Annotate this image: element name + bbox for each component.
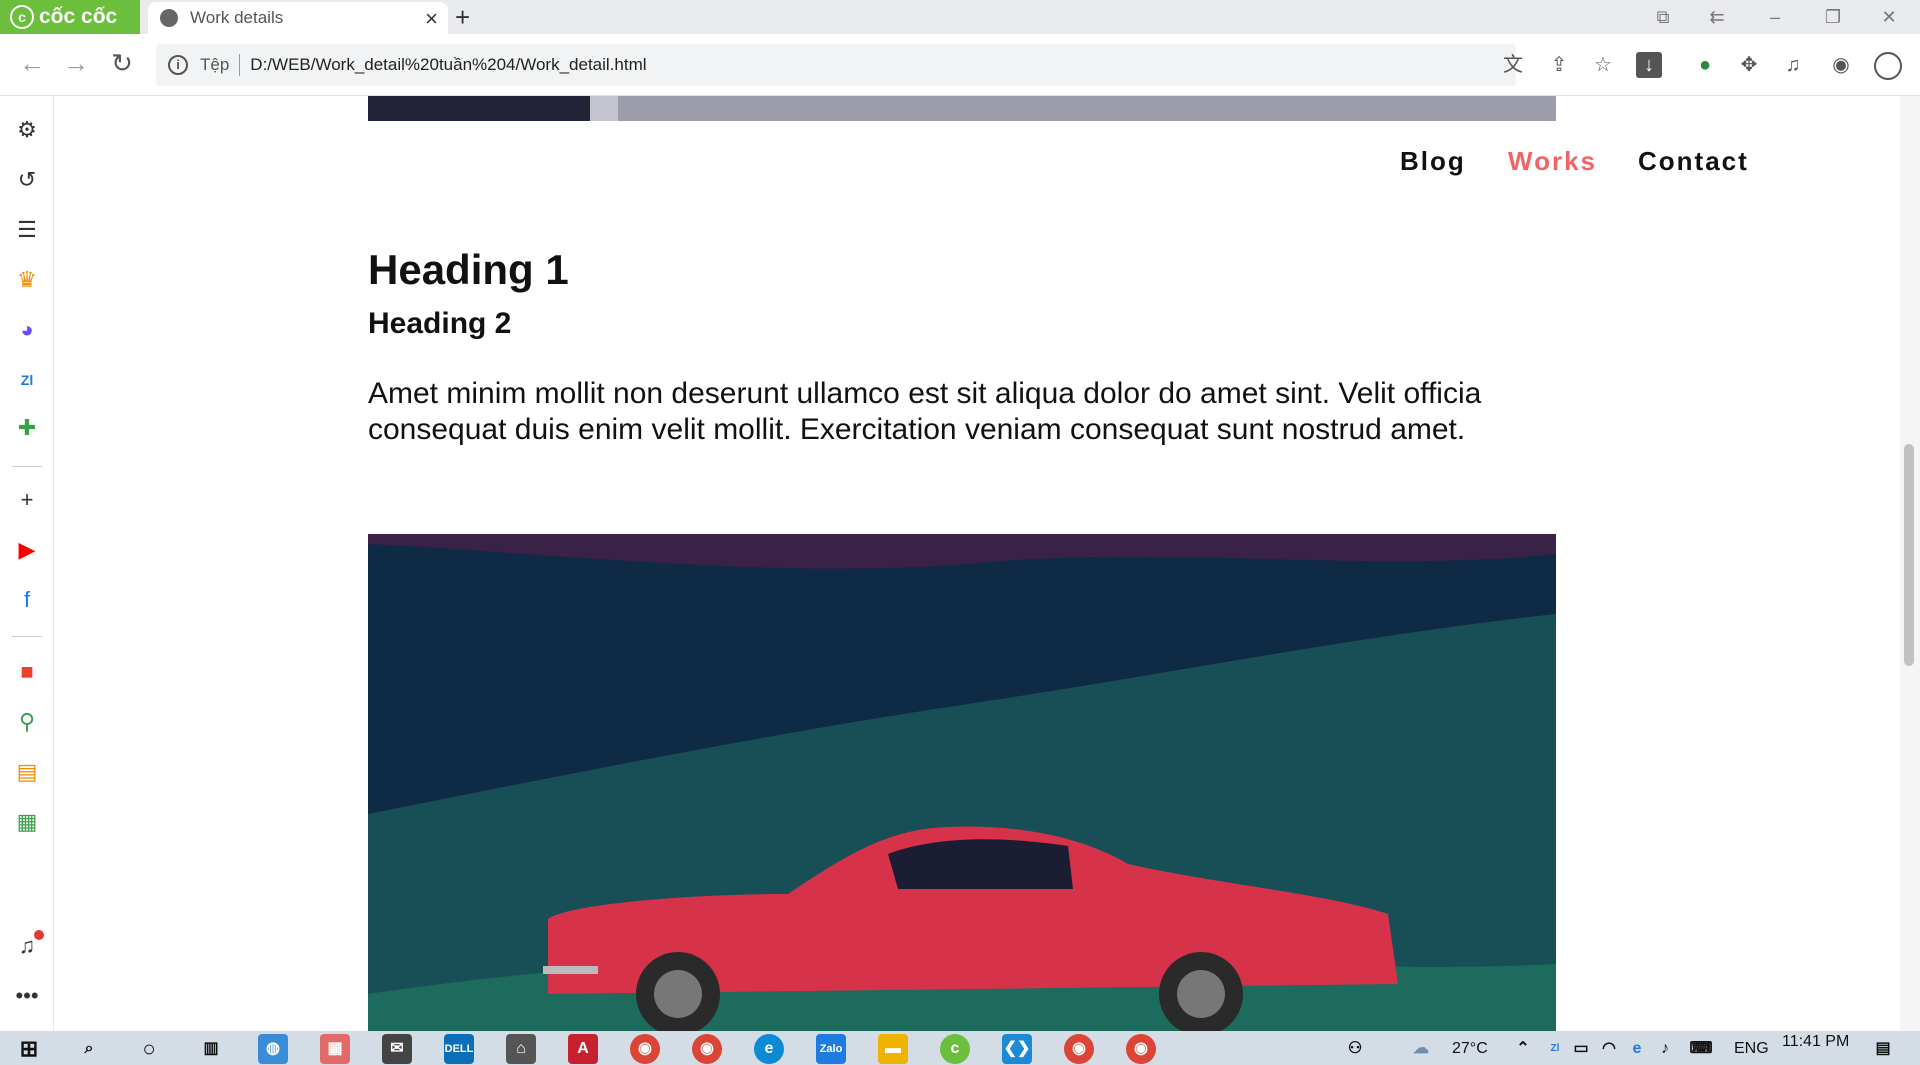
minimize-button[interactable]: – — [1752, 0, 1798, 34]
heading-1: Heading 1 — [368, 246, 569, 293]
close-window-button[interactable]: ✕ — [1866, 0, 1912, 34]
back-button[interactable]: ← — [14, 48, 50, 79]
browser-toolbar: ← → ↻ i Tệp D:/WEB/Work_detail%20tuần%20… — [0, 34, 1920, 96]
hero-car-illustration — [368, 534, 1556, 1031]
site-nav: Blog Works Contact — [55, 146, 1755, 186]
extension-icon[interactable]: ⚲ — [13, 708, 41, 736]
translate-icon[interactable]: 文 — [1500, 52, 1526, 78]
nav-contact[interactable]: Contact — [1638, 146, 1749, 177]
coccoc-logo-icon: c — [10, 5, 34, 29]
share-icon[interactable]: ⇪ — [1546, 52, 1572, 78]
info-icon[interactable]: i — [168, 55, 188, 75]
tab-work-details[interactable]: Work details × — [148, 2, 448, 34]
notifications-icon[interactable]: ▤ — [1868, 1034, 1898, 1064]
top-image-strip — [368, 96, 1556, 121]
chrome-icon[interactable]: ◉ — [630, 1034, 660, 1064]
download-icon[interactable]: ↓ — [1636, 52, 1662, 78]
address-divider — [239, 54, 241, 76]
vscode-icon[interactable]: ❮❯ — [1002, 1034, 1032, 1064]
scrollbar-thumb[interactable] — [1904, 444, 1914, 666]
forward-button[interactable]: → — [58, 48, 94, 79]
browser-sidebar: ⚙ ↺ ☰ ♛ ◕ Zl ✚ + ▶ f ■ ⚲ ▤ ▦ ♫ ••• — [0, 96, 54, 1031]
new-tab-button[interactable]: + — [455, 0, 470, 34]
mail-icon[interactable]: ✉ — [382, 1034, 412, 1064]
edge-icon[interactable]: e — [754, 1034, 784, 1064]
weather-temp: 27°C — [1452, 1040, 1488, 1057]
windows-start-icon[interactable]: ⊞ — [14, 1034, 44, 1064]
chrome-icon[interactable]: ◉ — [1126, 1034, 1156, 1064]
tab-strip: c cốc cốc Work details × + ⧉ ⇇ – ❐ ✕ — [0, 0, 1920, 34]
facebook-icon[interactable]: f — [13, 586, 41, 614]
access-icon[interactable]: A — [568, 1034, 598, 1064]
task-view-icon[interactable]: ▥ — [196, 1034, 226, 1064]
browser-logo[interactable]: c cốc cốc — [0, 0, 140, 34]
shopping-icon[interactable]: ■ — [13, 658, 41, 686]
app-icon[interactable]: ▦ — [320, 1034, 350, 1064]
reading-list-icon[interactable]: ☰ — [13, 216, 41, 244]
crown-icon[interactable]: ♛ — [13, 266, 41, 294]
chevron-up-icon[interactable]: ⌃ — [1508, 1034, 1538, 1064]
body-paragraph: Amet minim mollit non deserunt ullamco e… — [368, 377, 1482, 446]
tray-app-icon[interactable]: e — [1622, 1034, 1652, 1064]
top-image-dark-part — [368, 96, 590, 121]
volume-icon[interactable]: ♪ — [1650, 1034, 1680, 1064]
battery-icon[interactable]: ▭ — [1566, 1034, 1596, 1064]
zalo-icon[interactable]: Zl — [13, 366, 41, 394]
weather-icon[interactable]: ☁ — [1406, 1034, 1436, 1064]
messenger-icon[interactable]: ◕ — [13, 316, 41, 344]
chrome-icon[interactable]: ◉ — [692, 1034, 722, 1064]
nav-works[interactable]: Works — [1508, 146, 1597, 177]
store-icon[interactable]: ⌂ — [506, 1034, 536, 1064]
add-icon[interactable]: + — [13, 486, 41, 514]
restore-button[interactable]: ❐ — [1810, 0, 1856, 34]
coccoc-ext-icon[interactable]: ● — [1692, 52, 1718, 78]
globe-icon — [160, 9, 178, 27]
sidebar-divider — [12, 466, 42, 467]
browser-brand: cốc cốc — [39, 5, 118, 28]
address-bar[interactable]: i Tệp D:/WEB/Work_detail%20tuần%204/Work… — [156, 44, 1516, 86]
keyboard-icon[interactable]: ⌨ — [1686, 1034, 1716, 1064]
wifi-icon[interactable]: ◠ — [1594, 1034, 1624, 1064]
profile-icon[interactable]: ◉ — [1828, 52, 1854, 78]
language-indicator[interactable]: ENG — [1734, 1040, 1769, 1058]
web-page: Blog Works Contact Heading 1 Heading 2 A… — [55, 96, 1900, 1031]
windows-taskbar: ⊞ ⌕ ○ ▥ ◍ ▦ ✉ DELL ⌂ A ◉ ◉ e Zalo ▬ c ❮❯… — [0, 1031, 1920, 1065]
youtube-icon[interactable]: ▶ — [13, 536, 41, 564]
media-icon[interactable]: ♫ — [1780, 52, 1806, 78]
clock-time[interactable]: 11:41 PM — [1782, 1033, 1849, 1051]
notification-dot — [34, 930, 44, 940]
more-icon[interactable]: ••• — [13, 982, 41, 1010]
cortana-icon[interactable]: ○ — [134, 1034, 164, 1064]
menu-circle-icon[interactable] — [1874, 52, 1902, 80]
people-icon[interactable]: ⚇ — [1340, 1034, 1370, 1064]
address-scheme: Tệp — [200, 55, 230, 74]
reload-button[interactable]: ↻ — [104, 48, 140, 79]
address-url[interactable]: D:/WEB/Work_detail%20tuần%204/Work_detai… — [250, 55, 646, 75]
top-image-mid-part — [590, 96, 618, 121]
history-icon[interactable]: ↺ — [13, 166, 41, 194]
globe-app-icon[interactable]: ◍ — [258, 1034, 288, 1064]
close-tab-icon[interactable]: × — [425, 6, 438, 32]
screenshot-icon[interactable]: ⧉ — [1640, 0, 1686, 34]
sidebar-divider — [12, 636, 42, 637]
coccoc-icon[interactable]: c — [940, 1034, 970, 1064]
zalo-icon[interactable]: Zalo — [816, 1034, 846, 1064]
game-icon[interactable]: ✚ — [13, 414, 41, 442]
cart-icon[interactable]: ▤ — [13, 758, 41, 786]
sidebar-toggle-icon[interactable]: ⇇ — [1694, 0, 1740, 34]
heading-2: Heading 2 — [368, 307, 512, 340]
sheet-icon[interactable]: ▦ — [13, 808, 41, 836]
search-icon[interactable]: ⌕ — [74, 1034, 104, 1064]
file-explorer-icon[interactable]: ▬ — [878, 1034, 908, 1064]
nav-blog[interactable]: Blog — [1400, 146, 1466, 177]
dell-icon[interactable]: DELL — [444, 1034, 474, 1064]
tab-title: Work details — [190, 8, 284, 27]
chrome-icon[interactable]: ◉ — [1064, 1034, 1094, 1064]
extensions-icon[interactable]: ✥ — [1736, 52, 1762, 78]
settings-icon[interactable]: ⚙ — [13, 116, 41, 144]
bookmark-star-icon[interactable]: ☆ — [1590, 52, 1616, 78]
